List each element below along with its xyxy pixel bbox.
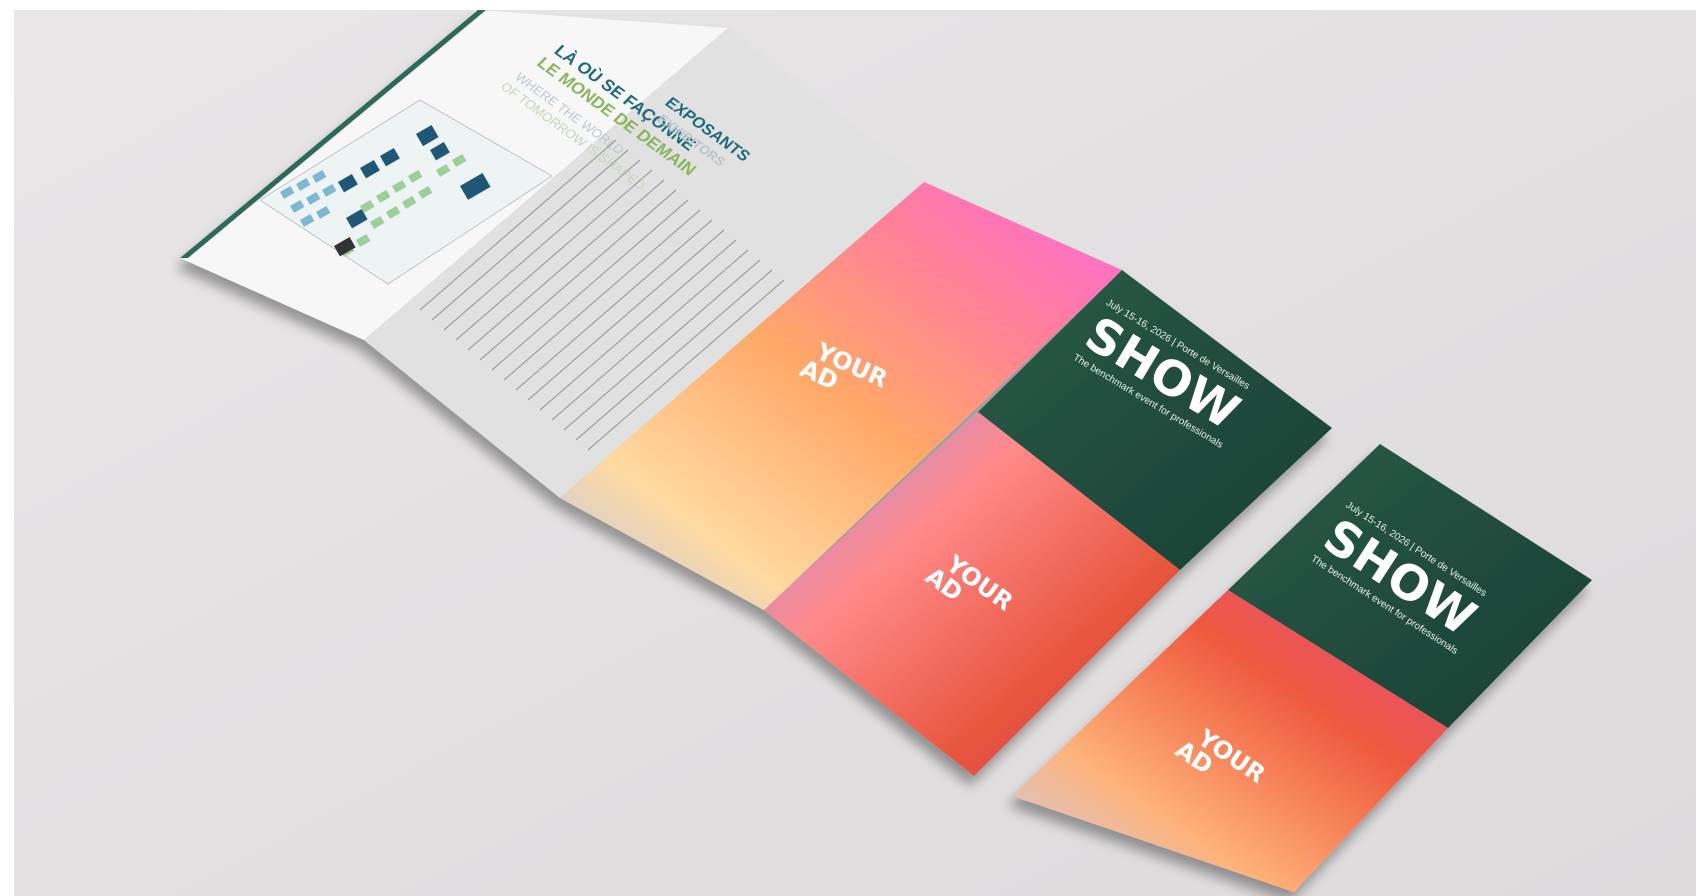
mockup-scene: LÀ OÙ SE FAÇONNE LE MONDE DE DEMAIN WHER… <box>14 10 1696 896</box>
